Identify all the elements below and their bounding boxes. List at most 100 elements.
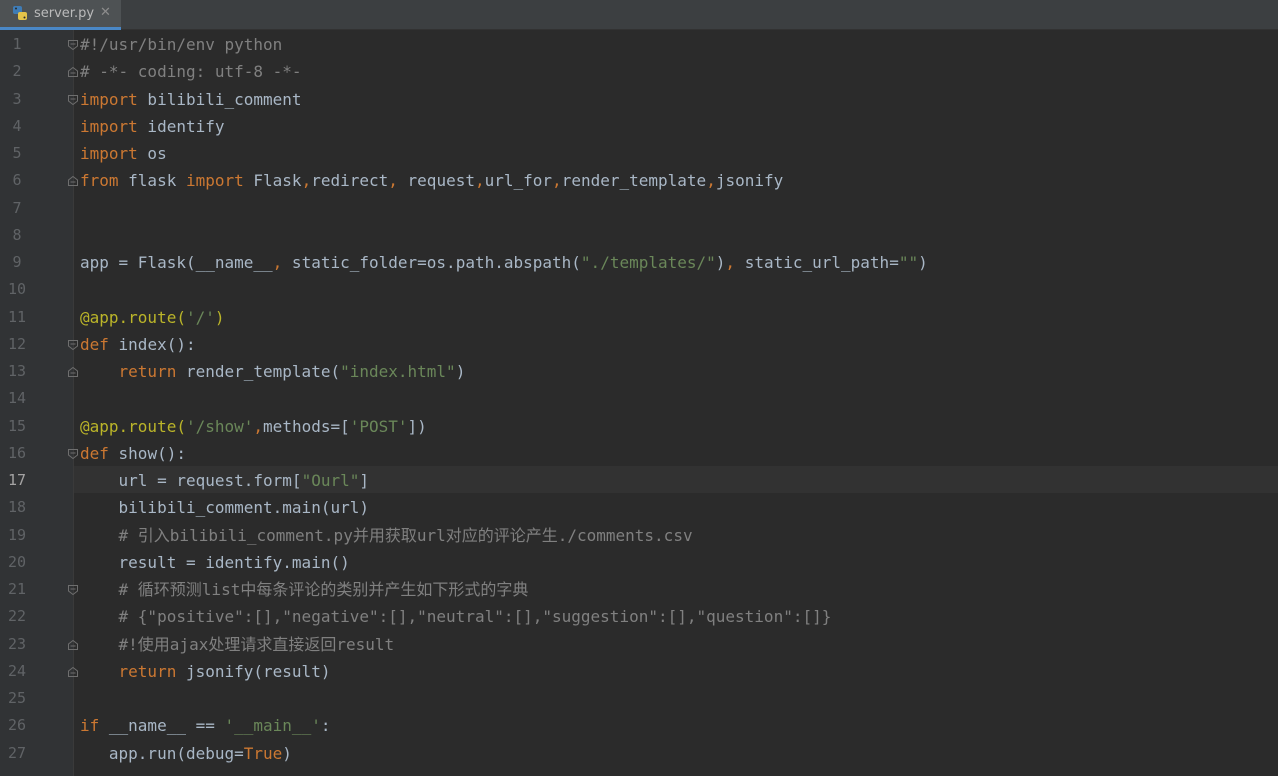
code-line[interactable]: import identify: [80, 113, 225, 140]
code-token: '/': [185, 307, 215, 327]
line-number[interactable]: 11: [0, 304, 34, 331]
code-line[interactable]: # {"positive":[],"negative":[],"neutral"…: [80, 603, 832, 630]
code-line[interactable]: #!/usr/bin/env python: [80, 31, 282, 58]
line-number[interactable]: 23: [0, 631, 34, 658]
code-line[interactable]: result = identify.main(): [80, 549, 350, 576]
code-token: ,: [388, 171, 398, 191]
line-number[interactable]: 24: [0, 658, 34, 685]
line-number[interactable]: 8: [0, 222, 34, 249]
fold-end-icon[interactable]: [67, 666, 79, 678]
line-number[interactable]: 6: [0, 167, 34, 194]
code-token: flask: [118, 171, 186, 191]
line-number[interactable]: 20: [0, 549, 34, 576]
tab-server-py[interactable]: server.py ✕: [0, 0, 121, 30]
code-token: import: [80, 116, 138, 136]
code-editor[interactable]: 1 2 3 4 5 6 7 8 9 10 11 12 13 14 15 16 17 18 19 20 21 22 23 24 2…: [0, 30, 1278, 776]
line-number[interactable]: 4: [0, 113, 34, 140]
fold-collapse-icon[interactable]: [67, 39, 79, 51]
fold-collapse-icon[interactable]: [67, 94, 79, 106]
code-line[interactable]: if __name__ == '__main__':: [80, 712, 330, 739]
code-line[interactable]: return jsonify(result): [80, 658, 331, 685]
close-tab-icon[interactable]: ✕: [100, 5, 111, 20]
code-token: bilibili_comment: [137, 89, 302, 109]
line-number[interactable]: 13: [0, 358, 34, 385]
line-number[interactable]: 18: [0, 494, 34, 521]
code-line[interactable]: # 循环预测list中每条评论的类别并产生如下形式的字典: [80, 576, 529, 603]
code-token: '/show': [185, 416, 254, 436]
code-token: :: [320, 716, 331, 736]
line-number[interactable]: 3: [0, 86, 34, 113]
code-line[interactable]: @app.route('/'): [80, 304, 225, 331]
code-line[interactable]: app.run(debug=True): [80, 740, 292, 767]
code-line[interactable]: bilibili_comment.main(url): [80, 494, 369, 521]
code-line[interactable]: from flask import Flask,redirect, reques…: [80, 167, 783, 194]
code-token: bilibili_comment.main(url): [80, 498, 369, 518]
code-token: # 引入bilibili_comment.py并用获取url对应的评论产生./c…: [80, 525, 693, 545]
line-number[interactable]: 7: [0, 195, 34, 222]
code-token: ): [455, 362, 466, 381]
code-token: index():: [108, 334, 196, 354]
code-line[interactable]: @app.route('/show',methods=['POST']): [80, 413, 427, 440]
line-number[interactable]: 17: [0, 467, 34, 494]
code-line[interactable]: return render_template("index.html"): [80, 358, 466, 385]
code-line[interactable]: import os: [80, 140, 167, 167]
code-token: show():: [108, 443, 186, 463]
code-line[interactable]: import bilibili_comment: [80, 86, 302, 113]
code-line[interactable]: def show():: [80, 440, 186, 467]
code-token: '__main__': [224, 716, 321, 736]
code-token: render_template(: [176, 362, 341, 381]
code-token: Flask: [243, 171, 302, 191]
fold-collapse-icon[interactable]: [67, 584, 79, 596]
code-token: url = request.form[: [80, 471, 302, 490]
line-number[interactable]: 5: [0, 140, 34, 167]
line-number[interactable]: 14: [0, 385, 34, 412]
fold-collapse-icon[interactable]: [67, 339, 79, 351]
fold-collapse-icon[interactable]: [67, 448, 79, 460]
line-number[interactable]: 21: [0, 576, 34, 603]
code-line[interactable]: # 引入bilibili_comment.py并用获取url对应的评论产生./c…: [80, 522, 693, 549]
code-token: import: [185, 171, 244, 191]
fold-end-icon[interactable]: [67, 175, 79, 187]
line-number[interactable]: 2: [0, 58, 34, 85]
code-token: #!使用ajax处理请求直接返回result: [80, 634, 395, 654]
line-number[interactable]: 27: [0, 740, 34, 767]
code-token: return: [118, 362, 177, 381]
code-token: "./templates/": [580, 253, 716, 272]
code-token: ,: [706, 171, 716, 191]
tab-label: server.py: [34, 6, 95, 21]
line-number[interactable]: 12: [0, 331, 34, 358]
line-number[interactable]: 16: [0, 440, 34, 467]
editor-tab-bar: server.py ✕: [0, 0, 1278, 30]
code-token: identify: [137, 116, 225, 136]
code-token: "Ourl": [301, 471, 360, 490]
code-line[interactable]: # -*- coding: utf-8 -*-: [80, 58, 302, 85]
line-number[interactable]: 19: [0, 522, 34, 549]
code-token: ): [282, 743, 292, 763]
code-line[interactable]: url = request.form["Ourl"]: [80, 467, 369, 494]
code-token: True: [243, 743, 283, 763]
code-line[interactable]: #!使用ajax处理请求直接返回result: [80, 631, 395, 658]
code-token: "index.html": [340, 362, 456, 381]
line-number[interactable]: 9: [0, 249, 34, 276]
fold-end-icon[interactable]: [67, 366, 79, 378]
fold-end-icon[interactable]: [67, 639, 79, 651]
fold-end-icon[interactable]: [67, 66, 79, 78]
line-number[interactable]: 26: [0, 712, 34, 739]
code-line[interactable]: def index():: [80, 331, 196, 358]
code-token: ,: [301, 171, 312, 191]
line-number[interactable]: 10: [0, 276, 34, 303]
code-token: from: [80, 171, 119, 191]
code-token: @app.route(: [80, 416, 186, 436]
line-number[interactable]: 22: [0, 603, 34, 630]
code-line[interactable]: app = Flask(__name__, static_folder=os.p…: [80, 249, 928, 276]
code-token: def: [80, 334, 109, 354]
line-number[interactable]: 15: [0, 413, 34, 440]
line-number[interactable]: 25: [0, 685, 34, 712]
code-token: jsonify(result): [176, 661, 331, 681]
code-token: static_url_path=: [735, 253, 899, 272]
code-token: return: [118, 661, 177, 681]
code-token: redirect: [311, 171, 389, 191]
line-number[interactable]: 1: [0, 31, 34, 58]
code-token: ): [214, 307, 225, 327]
